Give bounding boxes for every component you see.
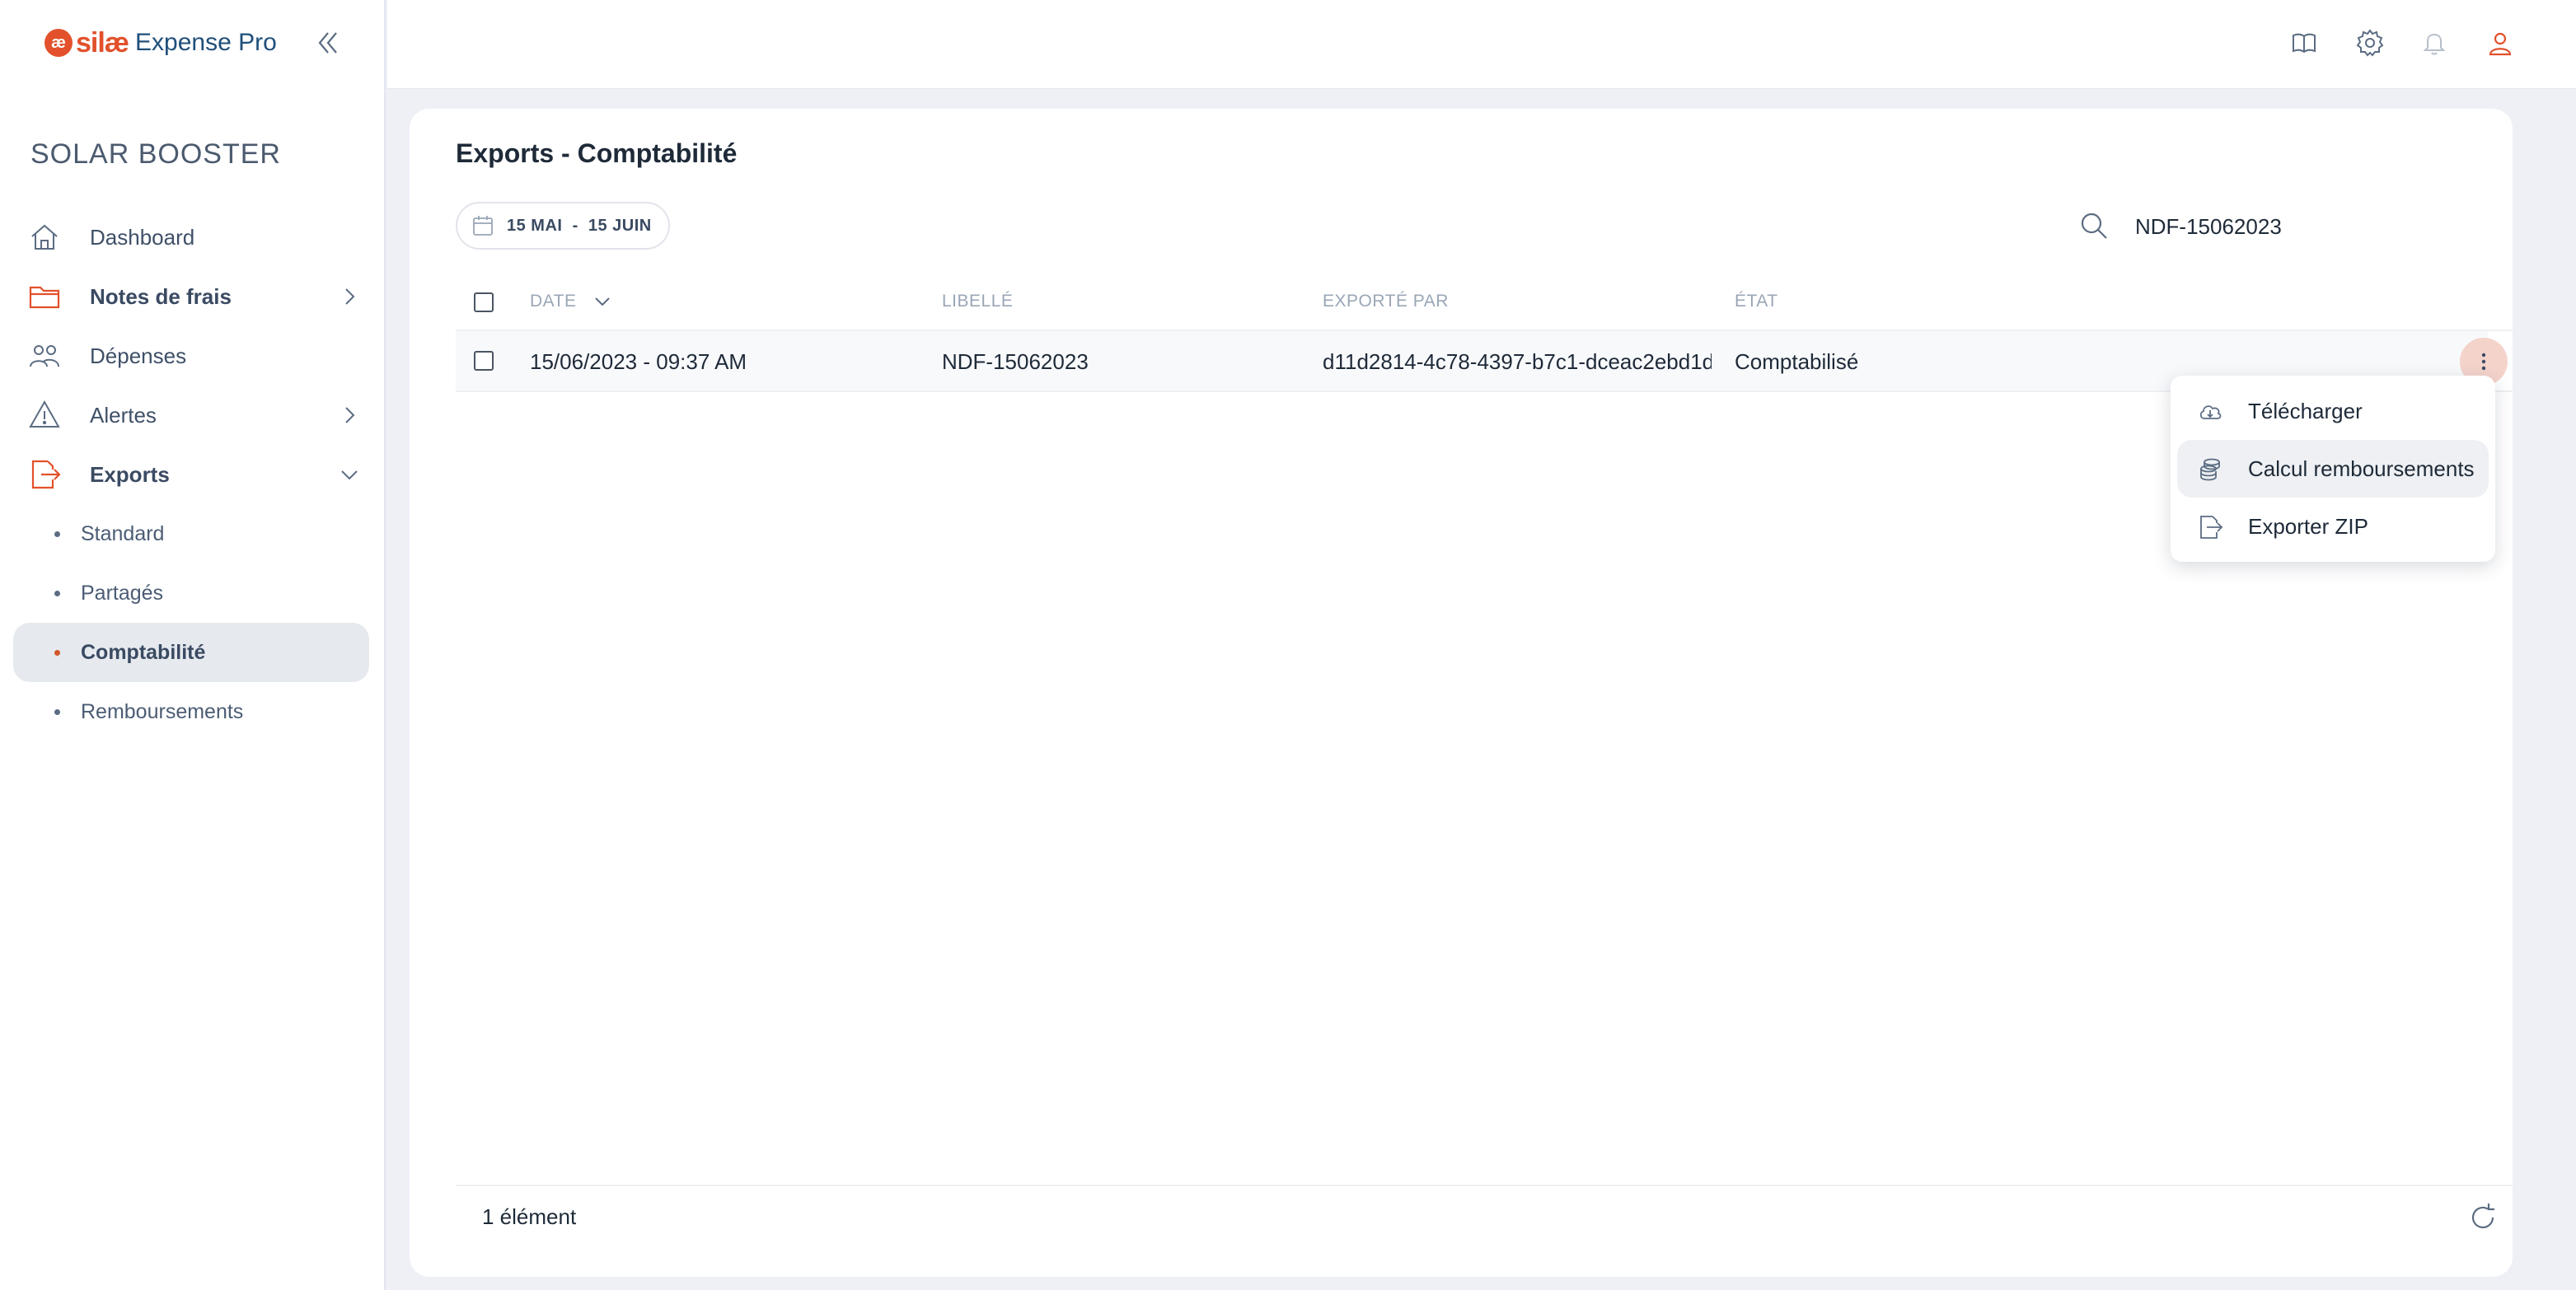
double-chevron-left-icon	[318, 32, 337, 54]
sidebar-subitem-partages[interactable]: Partagés	[0, 563, 384, 623]
date-range-picker[interactable]: 15 MAI - 15 JUIN	[456, 202, 670, 250]
sidebar-item-notes-de-frais[interactable]: Notes de frais	[0, 267, 384, 326]
sidebar-item-exports[interactable]: Exports	[0, 445, 384, 504]
organization-name: SOLAR BOOSTER	[30, 138, 281, 170]
column-header-date[interactable]: DATE	[530, 292, 611, 311]
column-header-etat[interactable]: ÉTAT	[1735, 292, 1778, 311]
cloud-download-icon	[2199, 405, 2222, 419]
item-count: 1 élément	[482, 1204, 577, 1229]
calendar-icon	[473, 216, 493, 236]
users-icon	[30, 345, 59, 367]
collapse-sidebar-button[interactable]	[310, 26, 346, 59]
home-icon	[31, 224, 58, 250]
sidebar-item-label: Alertes	[90, 402, 157, 428]
sidebar-subitem-label: Comptabilité	[81, 640, 206, 664]
sidebar-nav: Dashboard Notes de frais Dépenses Alerte…	[0, 208, 384, 741]
sidebar-subitem-label: Partagés	[81, 581, 164, 605]
export-icon	[31, 460, 61, 489]
menu-item-label: Télécharger	[2248, 398, 2363, 423]
logo-brand: silæ	[76, 26, 129, 58]
search-icon[interactable]	[2077, 209, 2110, 242]
table-footer-divider	[456, 1185, 2513, 1186]
row-checkbox[interactable]	[474, 351, 494, 371]
cell-libelle: NDF-15062023	[942, 349, 1089, 374]
settings-button[interactable]	[2352, 25, 2388, 61]
help-button[interactable]	[2286, 25, 2322, 61]
sidebar-item-label: Dépenses	[90, 343, 187, 368]
user-profile-button[interactable]	[2482, 25, 2518, 61]
more-vertical-icon	[2481, 353, 2486, 371]
refresh-icon[interactable]	[2466, 1201, 2499, 1234]
bullet-icon	[54, 591, 60, 596]
date-range-label: 15 MAI - 15 JUIN	[507, 216, 652, 235]
notifications-button[interactable]	[2416, 25, 2452, 61]
app-logo[interactable]: æ silæ Expense Pro	[44, 25, 277, 61]
cell-exporte-par: d11d2814-4c78-4397-b7c1-dceac2ebd1d	[1323, 349, 1712, 374]
menu-item-telecharger[interactable]: Télécharger	[2177, 382, 2489, 440]
chevron-right-icon	[345, 407, 355, 423]
warning-icon	[29, 400, 60, 428]
sidebar-item-depenses[interactable]: Dépenses	[0, 326, 384, 386]
column-header-exporte-par[interactable]: EXPORTÉ PAR	[1323, 292, 1449, 311]
sidebar-subitem-label: Standard	[81, 521, 165, 545]
sidebar-item-label: Dashboard	[90, 224, 195, 250]
search-input[interactable]	[2135, 206, 2448, 247]
menu-item-label: Calcul remboursements	[2248, 456, 2475, 481]
bullet-icon	[54, 531, 60, 537]
select-all-checkbox[interactable]	[474, 292, 494, 312]
page-title: Exports - Comptabilité	[456, 138, 738, 168]
table-header: DATE LIBELLÉ EXPORTÉ PAR ÉTAT	[456, 273, 2513, 331]
column-header-label: DATE	[530, 292, 577, 311]
sidebar-subitem-label: Remboursements	[81, 699, 244, 723]
sidebar-item-label: Notes de frais	[90, 283, 232, 309]
sidebar-subitem-remboursements[interactable]: Remboursements	[0, 682, 384, 741]
column-header-libelle[interactable]: LIBELLÉ	[942, 292, 1013, 311]
logo-mark: æ	[44, 29, 73, 57]
coins-icon	[2200, 458, 2220, 481]
menu-item-exporter-zip[interactable]: Exporter ZIP	[2177, 498, 2489, 555]
chevron-right-icon	[345, 288, 355, 305]
sort-chevron-down-icon	[595, 297, 610, 306]
bell-icon	[2423, 33, 2446, 55]
sidebar-subitem-standard[interactable]: Standard	[0, 504, 384, 563]
sidebar-item-alertes[interactable]: Alertes	[0, 386, 384, 445]
user-icon	[2489, 32, 2512, 56]
cell-etat: Comptabilisé	[1735, 349, 1859, 374]
sidebar: æ silæ Expense Pro SOLAR BOOSTER Dashboa…	[0, 0, 386, 1290]
chevron-down-icon	[341, 470, 358, 480]
sidebar-subitem-comptabilite[interactable]: Comptabilité	[13, 623, 369, 682]
row-actions-menu: Télécharger Calcul remboursements Export…	[2171, 376, 2495, 562]
settings-icon	[2356, 29, 2384, 57]
book-icon	[2293, 33, 2316, 54]
exports-table: DATE LIBELLÉ EXPORTÉ PAR ÉTAT 15/06/2023…	[456, 273, 2513, 392]
bullet-icon	[54, 709, 60, 715]
sidebar-item-dashboard[interactable]: Dashboard	[0, 208, 384, 267]
topbar	[387, 0, 2576, 89]
bullet-icon	[54, 650, 60, 656]
folder-icon	[29, 286, 60, 309]
cell-date: 15/06/2023 - 09:37 AM	[530, 349, 747, 374]
logo-product: Expense Pro	[135, 29, 277, 56]
main-content: Exports - Comptabilité 15 MAI - 15 JUIN …	[410, 109, 2513, 1277]
menu-item-calcul-remboursements[interactable]: Calcul remboursements	[2177, 440, 2489, 498]
menu-item-label: Exporter ZIP	[2248, 513, 2368, 539]
sidebar-item-label: Exports	[90, 461, 170, 487]
file-export-icon	[2200, 516, 2223, 539]
